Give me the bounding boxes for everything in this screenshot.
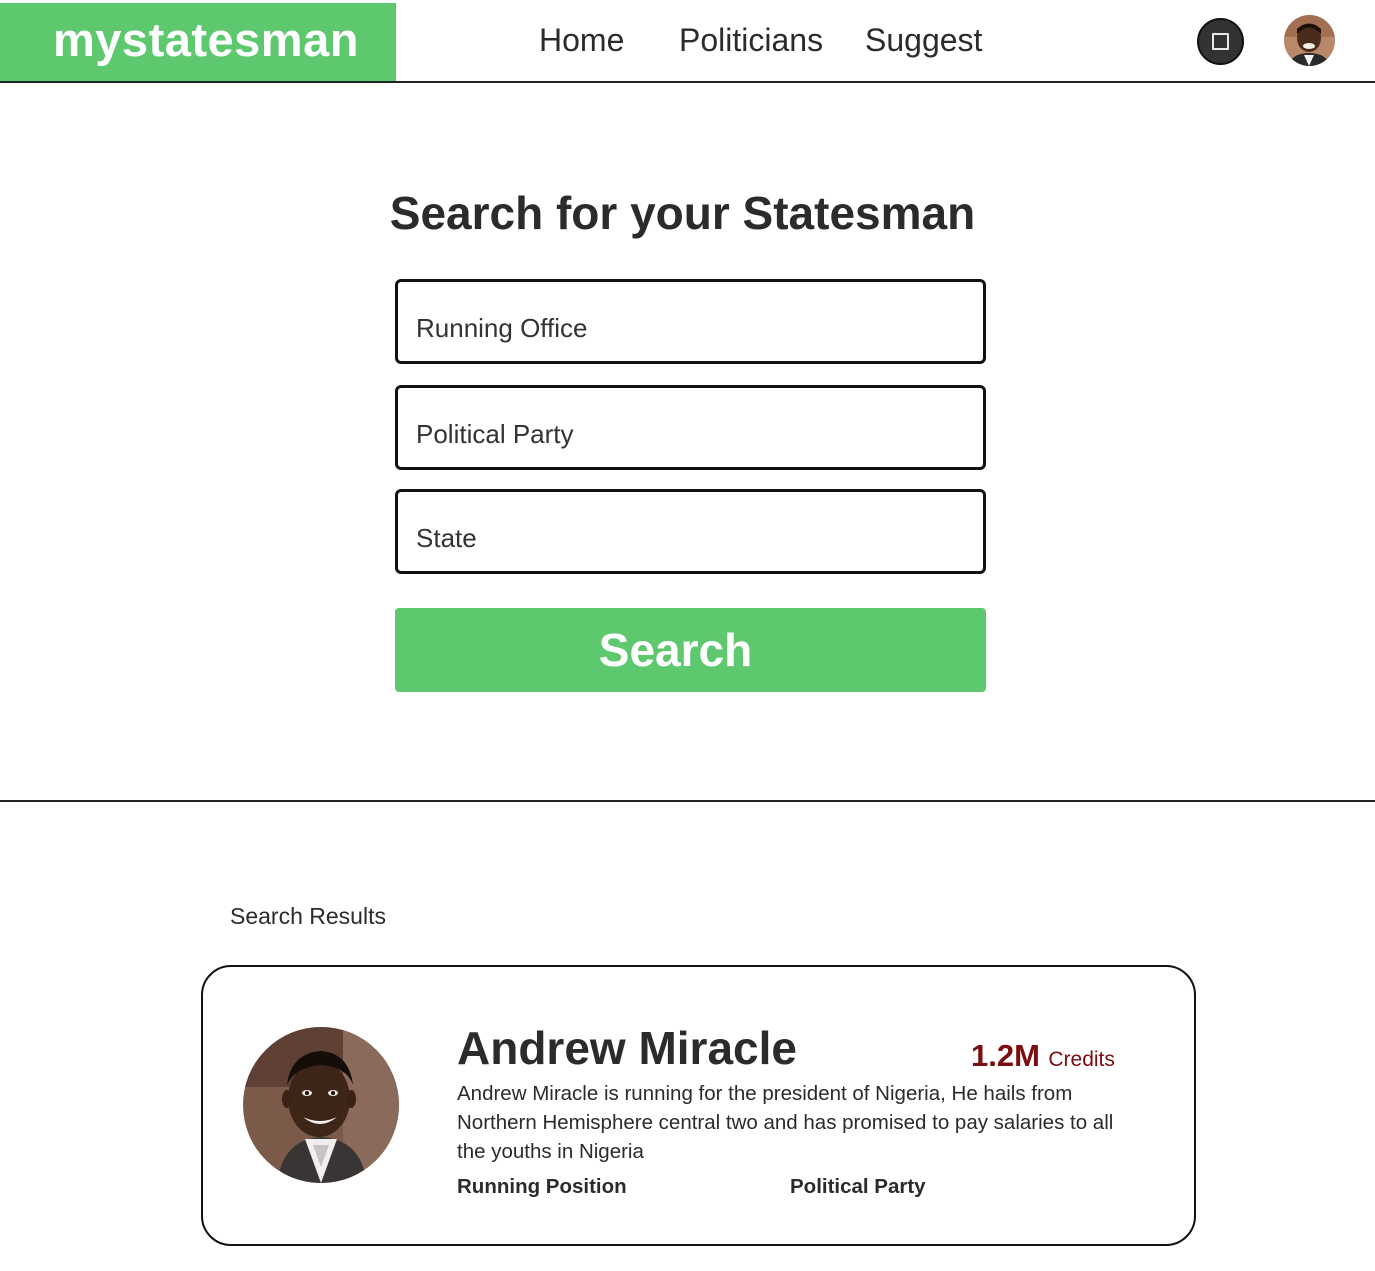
brand-logo[interactable]: mystatesman bbox=[0, 3, 396, 81]
politician-name[interactable]: Andrew Miracle bbox=[457, 1021, 797, 1075]
politician-description: Andrew Miracle is running for the presid… bbox=[457, 1082, 1114, 1163]
search-button[interactable]: Search bbox=[395, 608, 986, 692]
square-icon bbox=[1212, 33, 1229, 50]
credits-badge: 1.2M Credits bbox=[971, 1037, 1115, 1081]
credits-label: Credits bbox=[1048, 1048, 1115, 1071]
top-navbar: mystatesman Home Politicians Suggest bbox=[0, 0, 1375, 83]
politician-photo-icon bbox=[243, 1027, 399, 1183]
result-card[interactable]: Andrew Miracle 1.2M Credits Andrew Mirac… bbox=[201, 965, 1196, 1246]
avatar-photo-icon bbox=[1284, 15, 1335, 66]
nav-politicians-link[interactable]: Politicians bbox=[679, 20, 823, 60]
user-avatar[interactable] bbox=[1284, 15, 1335, 66]
running-office-input[interactable] bbox=[395, 279, 986, 364]
political-party-label: Political Party bbox=[790, 1175, 926, 1198]
nav-home-link[interactable]: Home bbox=[539, 20, 624, 60]
search-results-heading: Search Results bbox=[230, 903, 386, 929]
state-input[interactable] bbox=[395, 489, 986, 574]
running-position-label: Running Position bbox=[457, 1175, 627, 1198]
page-title: Search for your Statesman bbox=[389, 187, 976, 239]
politician-avatar bbox=[243, 1027, 399, 1183]
nav-suggest-link[interactable]: Suggest bbox=[865, 20, 982, 60]
political-party-input[interactable] bbox=[395, 385, 986, 470]
credits-value: 1.2M bbox=[971, 1038, 1040, 1073]
square-menu-button[interactable] bbox=[1197, 18, 1244, 65]
section-divider bbox=[0, 800, 1375, 802]
